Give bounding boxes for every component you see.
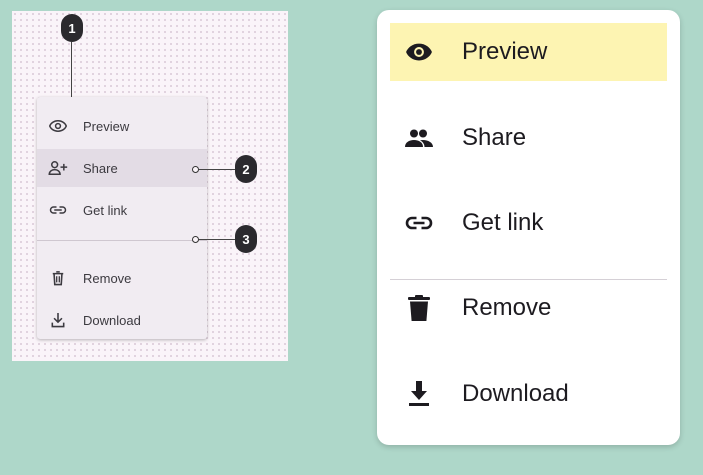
people-icon — [403, 122, 435, 154]
spec-item-label: Share — [83, 160, 118, 176]
spec-item-label: Get link — [83, 202, 128, 218]
eye-icon — [403, 36, 435, 68]
context-menu: Preview Share Get link Remove Download — [377, 10, 680, 445]
callout-badge-1: 1 — [61, 14, 83, 42]
menu-item-label: Remove — [462, 294, 552, 321]
menu-item-get-link[interactable]: Get link — [390, 194, 667, 252]
spec-divider — [37, 240, 207, 241]
link-icon — [403, 207, 435, 239]
spec-item-remove: Remove — [37, 259, 207, 297]
menu-item-label: Preview — [462, 38, 548, 65]
spec-item-label: Remove — [83, 270, 132, 286]
link-icon — [48, 200, 68, 220]
callout-badge-2: 2 — [235, 155, 257, 183]
spec-item-get-link: Get link — [37, 191, 207, 229]
menu-item-preview[interactable]: Preview — [390, 23, 667, 81]
callout-line-1 — [71, 42, 72, 100]
callout-line-2 — [199, 169, 235, 170]
spec-panel: 1 Preview Share Get link Remove Download… — [12, 11, 288, 361]
menu-item-label: Get link — [462, 209, 544, 236]
spec-item-share: Share — [37, 149, 207, 187]
menu-item-remove[interactable]: Remove — [390, 279, 667, 337]
spec-menu: Preview Share Get link Remove Download — [37, 97, 207, 339]
menu-item-label: Share — [462, 124, 527, 151]
trash-icon — [48, 268, 68, 288]
callout-dot-2 — [192, 166, 199, 173]
trash-icon — [403, 292, 435, 324]
spec-item-label: Preview — [83, 118, 130, 134]
spec-item-download: Download — [37, 301, 207, 339]
callout-badge-3: 3 — [235, 225, 257, 253]
person-add-icon — [48, 158, 68, 178]
callout-dot-3 — [192, 236, 199, 243]
spec-item-label: Download — [83, 312, 141, 328]
spec-item-preview: Preview — [37, 107, 207, 145]
eye-icon — [48, 116, 68, 136]
download-icon — [48, 310, 68, 330]
menu-item-label: Download — [462, 380, 569, 407]
callout-line-3 — [199, 239, 235, 240]
menu-item-share[interactable]: Share — [390, 109, 667, 167]
download-icon — [403, 378, 435, 410]
menu-item-download[interactable]: Download — [390, 365, 667, 423]
